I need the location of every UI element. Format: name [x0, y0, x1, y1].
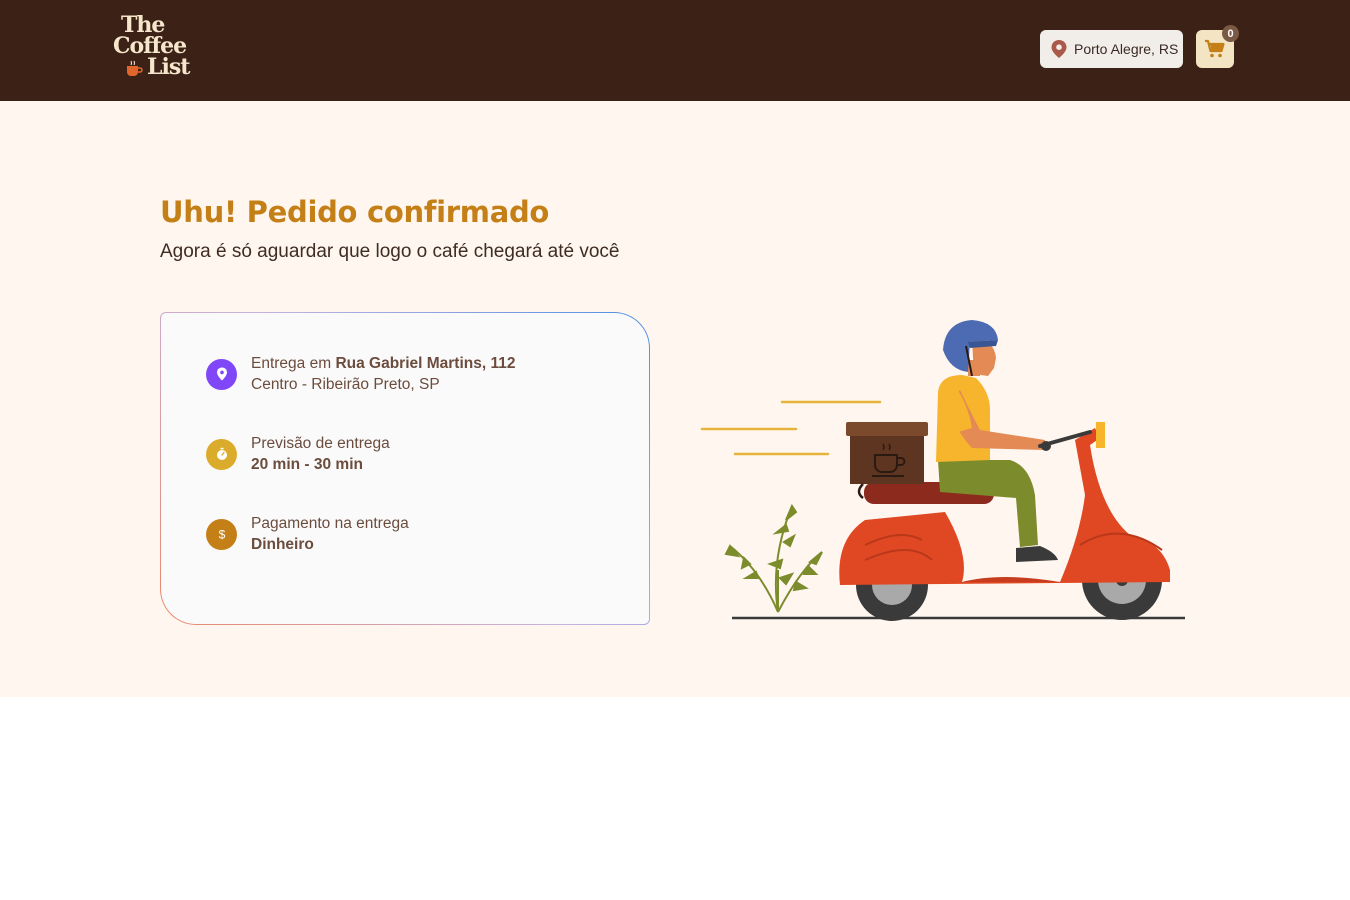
timer-icon	[216, 447, 227, 460]
delivery-eta-row: Previsão de entrega 20 min - 30 min	[206, 433, 390, 475]
currency-dollar-icon: $	[218, 528, 225, 542]
payment-row: $ Pagamento na entrega Dinheiro	[206, 513, 409, 555]
delivery-scooter-illustration	[700, 320, 1185, 621]
map-pin-icon	[1051, 40, 1067, 58]
svg-text:$: $	[218, 528, 225, 542]
map-pin-icon	[216, 367, 227, 381]
location-label: Porto Alegre, RS	[1074, 41, 1179, 57]
page-title: Uhu! Pedido confirmado	[160, 195, 550, 229]
payment-label: Pagamento na entrega	[251, 515, 409, 532]
payment-icon-circle: $	[206, 518, 237, 550]
coffee-cup-icon	[127, 60, 143, 76]
eta-label: Previsão de entrega	[251, 435, 390, 452]
location-button[interactable]: Porto Alegre, RS	[1040, 30, 1183, 68]
order-info-card: Entrega em Rua Gabriel Martins, 112 Cent…	[160, 312, 650, 625]
delivery-icon-circle	[206, 358, 237, 390]
shopping-cart-icon	[1205, 39, 1225, 58]
delivery-address-text: Entrega em Rua Gabriel Martins, 112 Cent…	[251, 353, 515, 395]
eta-icon-circle	[206, 438, 237, 470]
delivery-district: Centro - Ribeirão Preto, SP	[251, 376, 440, 393]
app-header: The Coffee List Porto Alegre, RS 0	[0, 0, 1350, 101]
coffee-list-logo[interactable]: The Coffee List	[113, 14, 197, 80]
eta-value: 20 min - 30 min	[251, 456, 363, 473]
payment-text: Pagamento na entrega Dinheiro	[251, 513, 409, 555]
delivery-street: Rua Gabriel Martins, 112	[335, 355, 516, 372]
cart-count-badge: 0	[1222, 25, 1239, 42]
delivery-prefix: Entrega em	[251, 355, 336, 372]
logo-line-3: List	[147, 54, 190, 80]
payment-value: Dinheiro	[251, 536, 314, 553]
order-info-card-body: Entrega em Rua Gabriel Martins, 112 Cent…	[161, 313, 649, 624]
eta-text: Previsão de entrega 20 min - 30 min	[251, 433, 390, 475]
page-subtitle: Agora é só aguardar que logo o café cheg…	[160, 241, 620, 262]
delivery-address-row: Entrega em Rua Gabriel Martins, 112 Cent…	[206, 353, 515, 395]
